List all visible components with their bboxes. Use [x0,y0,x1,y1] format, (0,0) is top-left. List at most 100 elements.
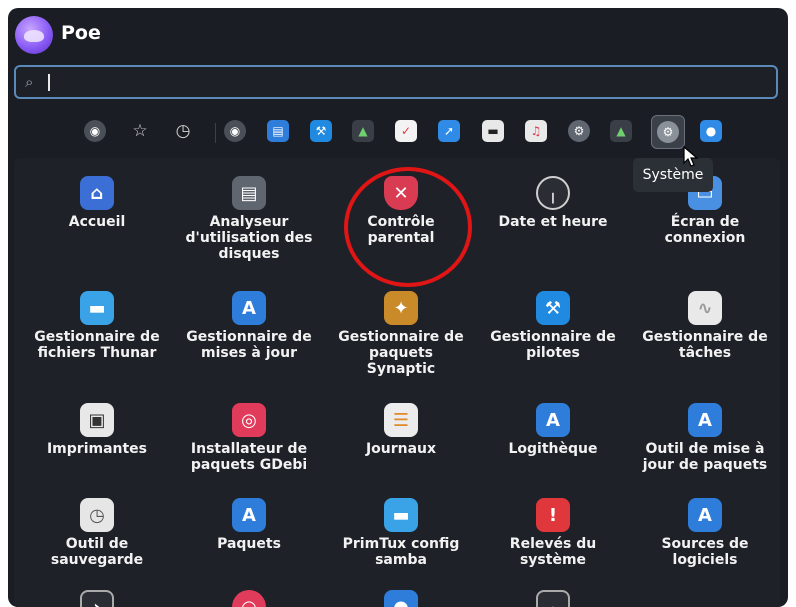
drivers-icon: ⚒ [536,291,570,325]
office-icon: ▤ [267,120,289,142]
system-icon: ⚙ [657,121,679,143]
app-accueil[interactable]: ⌂ Accueil [22,176,172,230]
app-label: Outil de mise à jour de paquets [642,441,768,473]
accessories-icon: ✓ [395,120,417,142]
app-label: Accueil [68,214,126,230]
app-label: Gestionnaire de fichiers Thunar [34,329,160,361]
app-user[interactable]: ● [326,590,476,607]
games-icon: ▬ [482,120,504,142]
search-box[interactable]: ⌕ [14,65,778,99]
star-icon: ☆ [132,120,148,141]
app-date-time[interactable]: ╷ Date et heure [478,176,628,230]
category-education[interactable]: ▲ [348,116,378,146]
app-task-manager[interactable]: ∿ Gestionnaire de tâches [630,291,780,361]
app-label: Logithèque [508,441,598,457]
category-separator [215,123,216,143]
category-recent[interactable]: ◷ [168,116,198,146]
text-caret [48,74,50,91]
favorites-app-icon: ◉ [84,120,106,142]
category-favorites-apps[interactable]: ◉ [80,116,110,146]
category-other[interactable]: ● [696,116,726,146]
app-label: Sources de logiciels [661,536,749,568]
app-backup[interactable]: ◷ Outil de sauvegarde [22,498,172,568]
category-internet[interactable]: ➚ [434,116,464,146]
app-system-report[interactable]: ! Relevés du système [478,498,628,568]
recent-clock-icon: ◷ [175,120,191,141]
category-system[interactable]: ⚙ [651,115,685,149]
category-multimedia[interactable]: ♫ [521,116,551,146]
update-manager-icon: A [232,291,266,325]
app-terminal[interactable]: › [22,590,172,607]
app-label: Gestionnaire de tâches [642,329,768,361]
mouse-pointer-icon [683,146,699,167]
app-software-sources[interactable]: A Sources de logiciels [630,498,780,568]
help-icon: ○ [232,590,266,607]
username: Poe [61,22,101,44]
app-software-store[interactable]: A Logithèque [478,403,628,457]
app-label: Gestionnaire de pilotes [490,329,616,361]
category-preferences[interactable]: ⚙ [564,116,594,146]
user-icon: ● [384,590,418,607]
system-report-icon: ! [536,498,570,532]
app-synaptic[interactable]: ✦ Gestionnaire de paquets Synaptic [326,291,476,377]
gdebi-icon: ◎ [232,403,266,437]
clock-small-icon: ╷ [536,590,570,607]
multimedia-icon: ♫ [525,120,547,142]
category-development[interactable]: ⚒ [306,116,336,146]
app-label: Gestionnaire de mises à jour [186,329,312,361]
printer-icon: ▣ [80,403,114,437]
terminal-icon: › [80,590,114,607]
tooltip: Système [633,158,713,192]
app-update-manager[interactable]: A Gestionnaire de mises à jour [174,291,324,361]
user-avatar[interactable] [15,16,53,54]
app-gdebi[interactable]: ◎ Installateur de paquets GDebi [174,403,324,473]
app-label: Relevés du système [509,536,597,568]
category-all[interactable]: ◉ [220,116,250,146]
app-samba-config[interactable]: ▬ PrimTux config samba [326,498,476,568]
all-apps-icon: ◉ [224,120,246,142]
packages-icon: A [232,498,266,532]
app-package-updater[interactable]: A Outil de mise à jour de paquets [630,403,780,473]
category-games[interactable]: ▬ [478,116,508,146]
app-drivers[interactable]: ⚒ Gestionnaire de pilotes [478,291,628,361]
internet-icon: ➚ [438,120,460,142]
science-icon: ▲ [610,120,632,142]
clock-icon: ╷ [536,176,570,210]
app-label: PrimTux config samba [342,536,460,568]
task-manager-icon: ∿ [688,291,722,325]
app-label: Analyseur d'utilisation des disques [185,214,313,262]
app-help[interactable]: ○ [174,590,324,607]
development-icon: ⚒ [310,120,332,142]
folder-icon: ▬ [80,291,114,325]
app-label: Outil de sauvegarde [50,536,144,568]
category-accessories[interactable]: ✓ [391,116,421,146]
education-icon: ▲ [352,120,374,142]
app-printers[interactable]: ▣ Imprimantes [22,403,172,457]
preferences-icon: ⚙ [568,120,590,142]
category-office[interactable]: ▤ [263,116,293,146]
samba-folder-icon: ▬ [384,498,418,532]
app-logs[interactable]: ☰ Journaux [326,403,476,457]
applications-grid: ⌂ Accueil ▤ Analyseur d'utilisation des … [14,158,780,607]
disk-usage-icon: ▤ [232,176,266,210]
search-icon: ⌕ [25,73,34,91]
app-label: Installateur de paquets GDebi [190,441,308,473]
package-updater-icon: A [688,403,722,437]
app-label: Paquets [217,536,281,552]
category-favorites[interactable]: ☆ [125,116,155,146]
home-icon: ⌂ [80,176,114,210]
app-thunar[interactable]: ▬ Gestionnaire de fichiers Thunar [22,291,172,361]
app-label: Imprimantes [46,441,148,457]
search-input[interactable] [46,70,750,96]
menu-header: Poe [8,8,788,60]
highlight-circle [344,167,472,287]
app-clock[interactable]: ╷ [478,590,628,607]
app-packages[interactable]: A Paquets [174,498,324,552]
app-disk-usage[interactable]: ▤ Analyseur d'utilisation des disques [174,176,324,262]
software-sources-icon: A [688,498,722,532]
app-label: Journaux [365,441,437,457]
app-label: Date et heure [498,214,608,230]
category-settings[interactable]: ▲ [606,116,636,146]
logs-icon: ☰ [384,403,418,437]
backup-icon: ◷ [80,498,114,532]
